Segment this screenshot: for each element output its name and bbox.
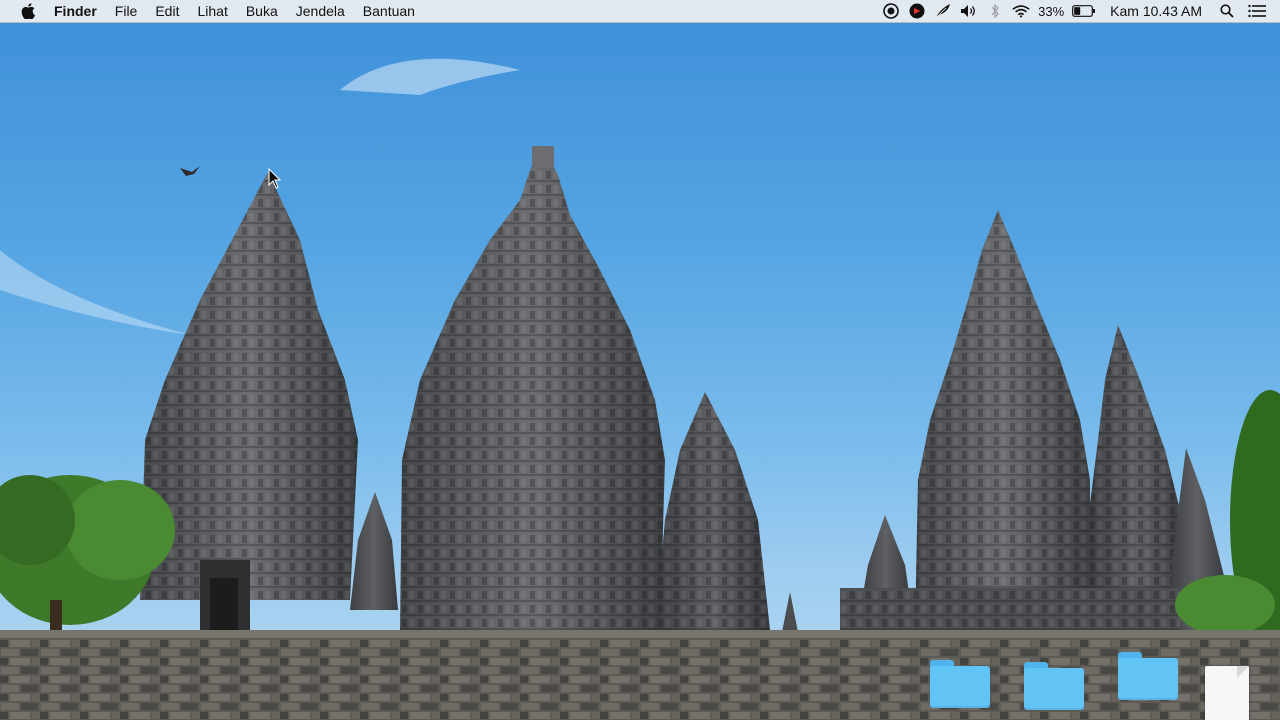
menu-app-finder[interactable]: Finder xyxy=(54,0,106,22)
spotlight-search-icon[interactable] xyxy=(1218,2,1236,20)
battery-percent[interactable]: 33% xyxy=(1034,4,1068,19)
menu-edit[interactable]: Edit xyxy=(146,0,188,22)
bluetooth-icon[interactable] xyxy=(986,2,1004,20)
battery-icon[interactable] xyxy=(1072,2,1096,20)
wallpaper-temple-image xyxy=(0,58,1280,720)
desktop-folder-3[interactable] xyxy=(1116,648,1180,704)
menu-help[interactable]: Bantuan xyxy=(354,0,424,22)
menu-bar-clock[interactable]: Kam 10.43 AM xyxy=(1100,3,1214,19)
volume-icon[interactable] xyxy=(960,2,978,20)
screen-record-icon[interactable] xyxy=(882,2,900,20)
desktop-folder-2[interactable] xyxy=(1022,658,1086,714)
menu-go[interactable]: Buka xyxy=(237,0,287,22)
menu-window[interactable]: Jendela xyxy=(287,0,354,22)
menu-bar: Finder File Edit Lihat Buka Jendela Bant… xyxy=(0,0,1280,23)
desktop-folder-1[interactable] xyxy=(928,656,992,712)
notification-center-icon[interactable] xyxy=(1248,2,1266,20)
apple-menu-icon[interactable] xyxy=(18,0,38,22)
desktop[interactable] xyxy=(0,0,1280,720)
mouse-cursor-icon xyxy=(268,168,282,189)
menu-view[interactable]: Lihat xyxy=(188,0,236,22)
menu-file[interactable]: File xyxy=(106,0,147,22)
app-status-icon[interactable] xyxy=(908,2,926,20)
desktop-document-icon[interactable] xyxy=(1205,666,1249,720)
feather-icon[interactable] xyxy=(934,2,952,20)
wifi-icon[interactable] xyxy=(1012,2,1030,20)
